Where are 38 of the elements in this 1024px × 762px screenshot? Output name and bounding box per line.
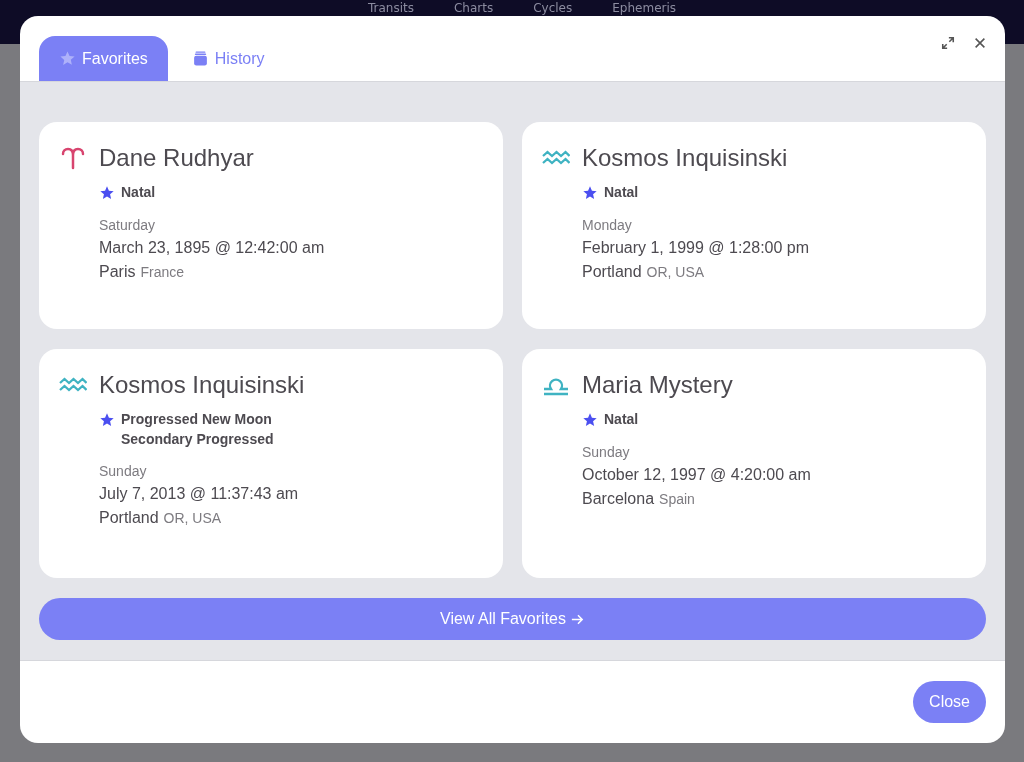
chart-type: Secondary Progressed [121,431,274,447]
city: Portland [582,263,642,281]
weekday: Sunday [582,444,631,460]
star-icon [99,412,115,428]
city: Barcelona [582,490,655,508]
region: OR, USA [646,264,705,280]
region: Spain [659,491,695,507]
chart-type: Natal [604,184,639,200]
favorite-card[interactable]: Kosmos Inquisinski Natal Monday February 1, 1999 @ 1:28:00 pm Portland OR, USA [522,122,986,329]
chart-type: Natal [604,411,639,427]
date-time: October 12, 1997 @ 4:20:00 am [582,466,812,484]
city: Paris [99,263,136,281]
stack-icon [191,50,209,67]
favorite-card[interactable]: Dane Rudhyar Natal Saturday March 23, 1895 @ 12:42:00 am Paris France [39,122,503,329]
favorite-card[interactable]: Kosmos Inquisinski Progressed New Moon Secondary Progressed Sunday July 7, 2013 @ 11:37:43 am Portland OR, USA [39,349,503,578]
close-icon[interactable] [973,36,987,50]
weekday: Sunday [99,463,148,479]
city: Portland [99,509,159,527]
region: France [140,264,185,280]
region: OR, USA [163,510,222,526]
person-name: Kosmos Inquisinski [99,371,305,399]
star-icon [59,50,76,67]
person-name: Kosmos Inquisinski [582,144,788,172]
chart-type: Natal [121,184,156,200]
expand-icon[interactable] [941,36,955,50]
weekday: Saturday [99,217,157,233]
star-icon [99,185,115,201]
date-time: February 1, 1999 @ 1:28:00 pm [582,239,811,257]
aries-icon [59,146,87,170]
date-time: March 23, 1895 @ 12:42:00 am [99,239,326,257]
star-icon [582,185,598,201]
date-time: July 7, 2013 @ 11:37:43 am [99,485,300,503]
star-icon [582,412,598,428]
person-name: Maria Mystery [582,371,733,399]
chart-type: Progressed New Moon [121,411,273,427]
person-name: Dane Rudhyar [99,144,254,172]
favorite-card[interactable]: Maria Mystery Natal Sunday October 12, 1997 @ 4:20:00 am Barcelona Spain [522,349,986,578]
weekday: Monday [582,217,633,233]
